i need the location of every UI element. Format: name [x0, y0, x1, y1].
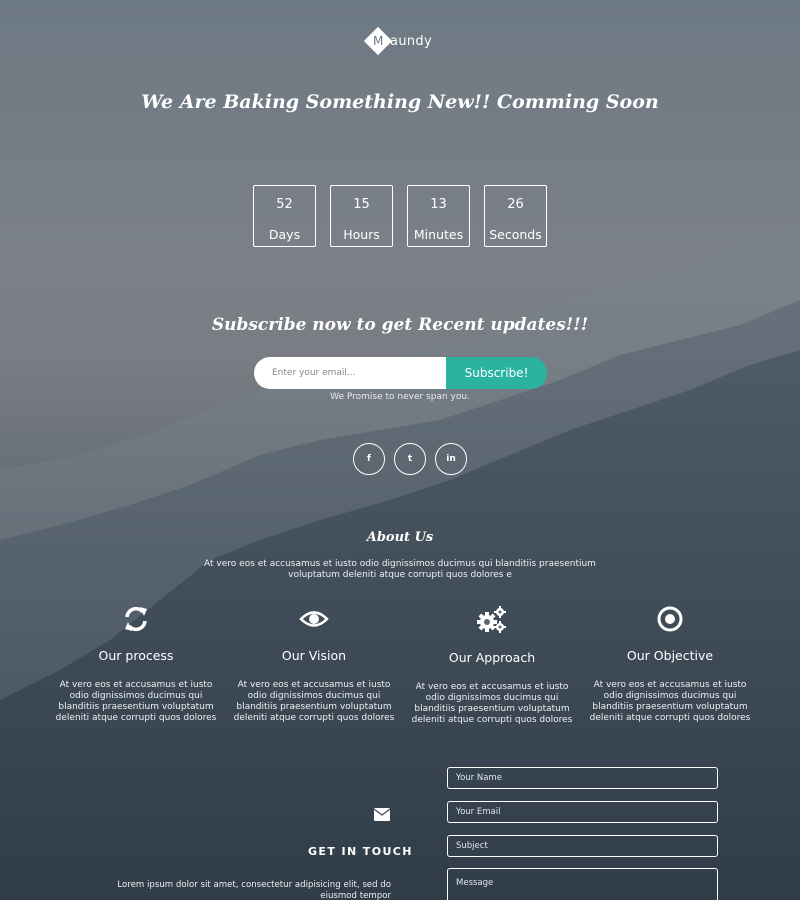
feature-title: Our Objective: [626, 648, 714, 663]
about-text: At vero eos et accusamus et iusto odio d…: [204, 559, 596, 580]
target-icon: [657, 606, 683, 632]
feature-approach: Our Approach At vero eos et accusamus et…: [402, 605, 582, 726]
feature-title: Our Approach: [448, 650, 536, 665]
countdown-seconds: 26 Seconds: [484, 185, 547, 247]
countdown-label: Seconds: [489, 227, 542, 242]
countdown-label: Minutes: [413, 227, 464, 242]
social-links: f t in: [353, 443, 467, 475]
envelope-icon: [374, 808, 390, 821]
eye-icon: [299, 611, 329, 627]
feature-text: At vero eos et accusamus et iusto odio d…: [589, 680, 751, 723]
contact-title: GET IN TOUCH: [308, 845, 413, 858]
feature-text: At vero eos et accusamus et iusto odio d…: [55, 680, 217, 723]
page-headline: We Are Baking Something New!! Comming So…: [141, 91, 659, 113]
subscribe-title: Subscribe now to get Recent updates!!!: [211, 315, 589, 335]
feature-objective: Our Objective At vero eos et accusamus e…: [580, 605, 760, 724]
feature-text: At vero eos et accusamus et iusto odio d…: [233, 680, 395, 723]
countdown-hours: 15 Hours: [330, 185, 393, 247]
about-title: About Us: [366, 530, 434, 545]
logo-mark: M: [363, 26, 393, 56]
twitter-icon[interactable]: t: [394, 443, 426, 475]
feature-title: Our process: [98, 648, 174, 663]
countdown-timer: 52 Days 15 Hours 13 Minutes 26 Seconds: [253, 185, 547, 247]
refresh-icon: [125, 606, 147, 632]
linkedin-icon[interactable]: in: [435, 443, 467, 475]
countdown-label: Days: [268, 227, 301, 242]
feature-title: Our Vision: [281, 648, 347, 663]
subscribe-note: We Promise to never span you.: [330, 392, 470, 402]
countdown-value: 26: [507, 197, 524, 212]
email-field[interactable]: [447, 801, 718, 823]
name-field[interactable]: [447, 767, 718, 789]
subject-field[interactable]: [447, 835, 718, 857]
gears-icon: [477, 606, 506, 633]
countdown-value: 13: [430, 197, 447, 212]
countdown-minutes: 13 Minutes: [407, 185, 470, 247]
contact-text: Lorem ipsum dolor sit amet, consectetur …: [117, 880, 391, 900]
feature-vision: Our Vision At vero eos et accusamus et i…: [224, 605, 404, 724]
subscribe-form: Subscribe!: [254, 357, 547, 389]
countdown-label: Hours: [343, 227, 380, 242]
feature-process: Our process At vero eos et accusamus et …: [46, 605, 226, 724]
facebook-icon[interactable]: f: [353, 443, 385, 475]
subscribe-button[interactable]: Subscribe!: [446, 357, 547, 389]
countdown-value: 52: [276, 197, 293, 212]
brand-logo[interactable]: M aundy: [0, 26, 800, 56]
subscribe-email-input[interactable]: [254, 357, 446, 389]
countdown-days: 52 Days: [253, 185, 316, 247]
countdown-value: 15: [353, 197, 370, 212]
message-field[interactable]: [447, 868, 718, 900]
brand-name: aundy: [390, 33, 432, 49]
feature-text: At vero eos et accusamus et iusto odio d…: [411, 682, 573, 725]
